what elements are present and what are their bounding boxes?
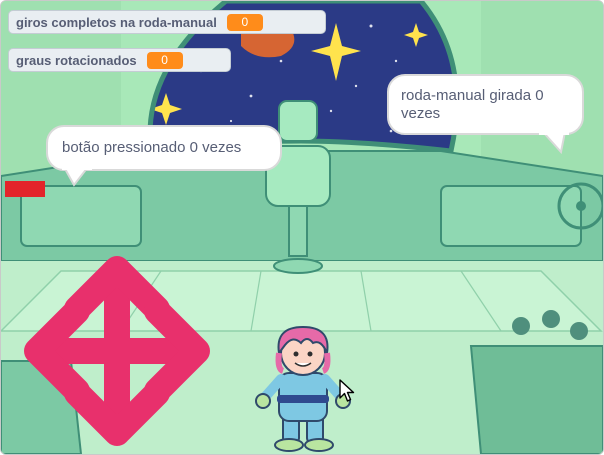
monitor-full-turns-label: giros completos na roda-manual [16,14,217,30]
speech-bubble-button: botão pressionado 0 vezes [46,125,282,187]
monitor-degrees-rotated-value: 0 [146,51,183,69]
astronaut-girl-sprite[interactable] [255,323,351,453]
monitor-full-turns[interactable]: giros completos na roda-manual 0 [8,10,326,34]
speech-bubble-wheel-tail [539,132,569,154]
speech-bubble-button-text: botão pressionado 0 vezes [62,139,242,156]
mouse-pointer-icon [339,379,355,402]
monitor-degrees-rotated-label: graus rotacionados [16,52,137,68]
monitor-degrees-rotated[interactable]: graus rotacionados 0 [8,48,231,72]
monitor-full-turns-value: 0 [226,13,263,31]
stage[interactable]: giros completos na roda-manual 0 graus r… [0,0,604,455]
speech-bubble-wheel-text: roda-manual girada 0 vezes [401,87,544,122]
speech-bubble-wheel: roda-manual girada 0 vezes [387,74,584,154]
four-way-arrow-icon[interactable] [19,251,215,451]
speech-bubble-button-tail [62,167,92,187]
